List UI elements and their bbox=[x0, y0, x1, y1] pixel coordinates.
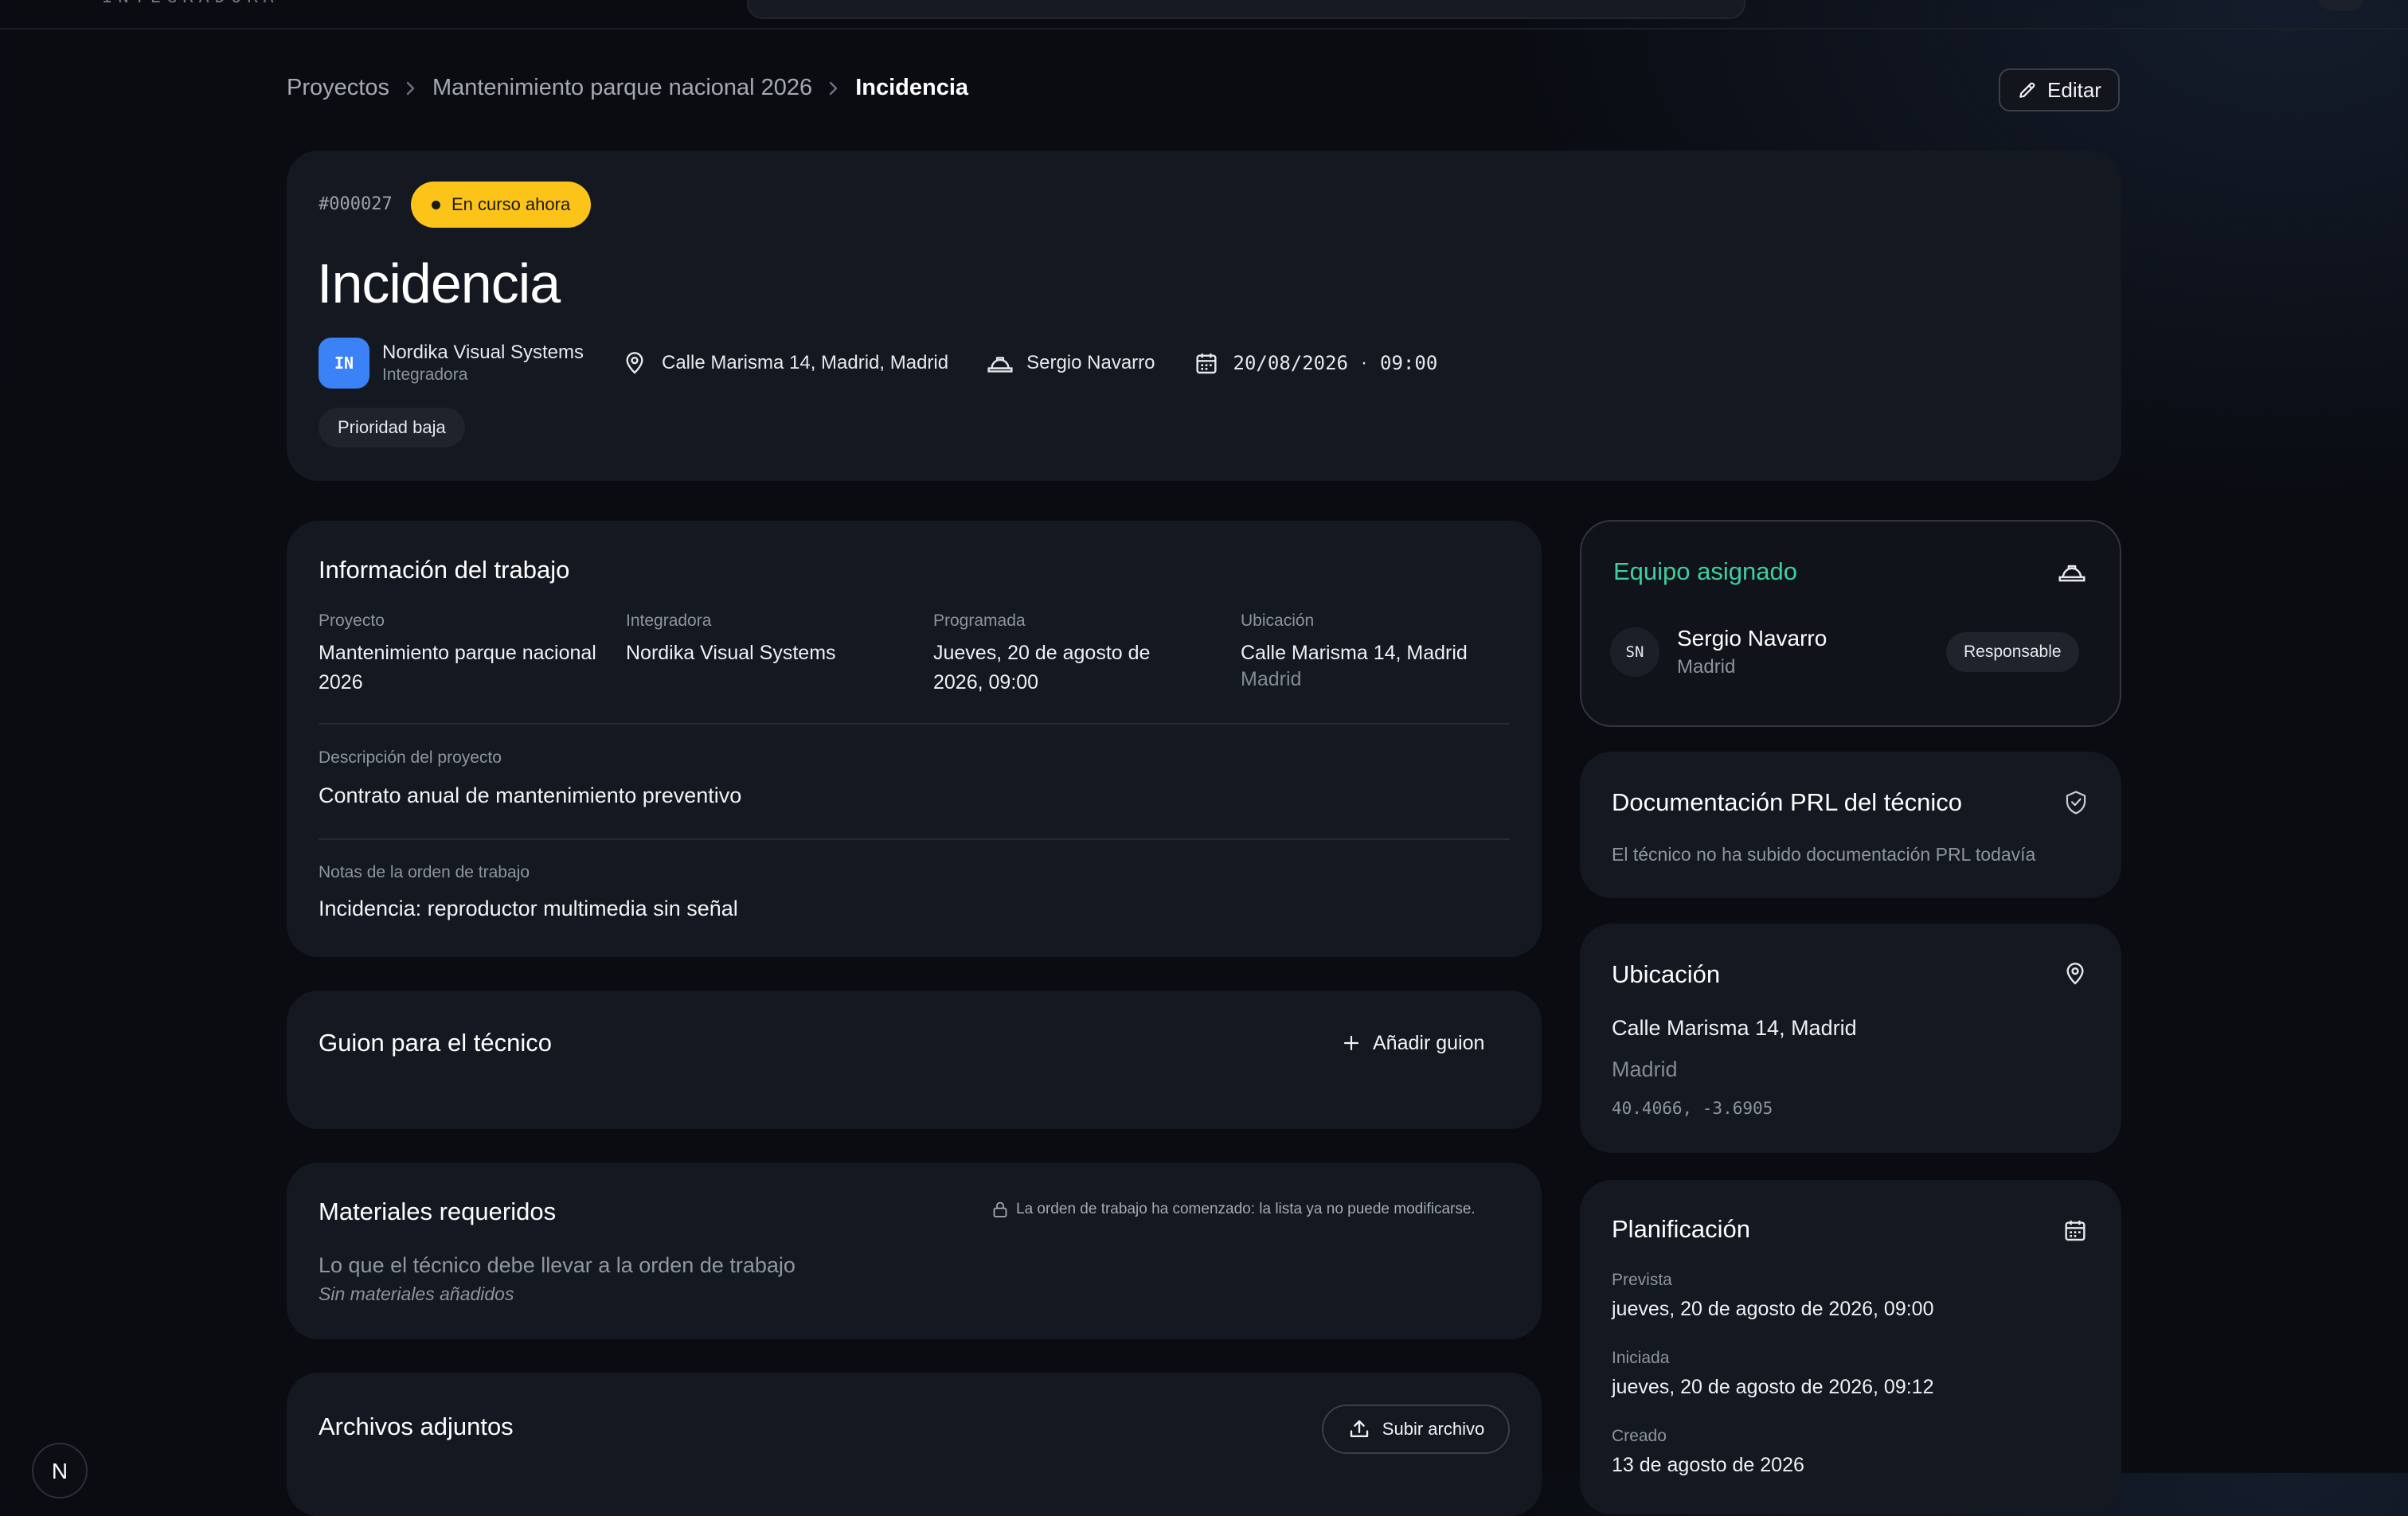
prl-title: Documentación PRL del técnico bbox=[1612, 788, 1962, 816]
floating-badge-letter: N bbox=[51, 1459, 68, 1483]
header-date-separator: · bbox=[1361, 352, 1368, 373]
field-integrator: Integradora Nordika Visual Systems bbox=[626, 611, 913, 668]
page-title: Incidencia bbox=[317, 252, 561, 315]
member-role-badge: Responsable bbox=[1946, 632, 2079, 672]
field-value: Nordika Visual Systems bbox=[626, 642, 836, 664]
field-label: Integradora bbox=[626, 611, 712, 630]
divider bbox=[319, 838, 1510, 840]
hard-hat-icon bbox=[2058, 559, 2086, 584]
breadcrumb-projects[interactable]: Proyectos bbox=[287, 75, 389, 101]
locked-note-text: La orden de trabajo ha comenzado: la lis… bbox=[1016, 1201, 1476, 1217]
field-value[interactable]: Mantenimiento parque nacional 2026 bbox=[319, 639, 605, 697]
divider bbox=[319, 723, 1510, 725]
script-title: Guion para el técnico bbox=[319, 1029, 552, 1057]
team-title: Equipo asignado bbox=[1613, 557, 1797, 585]
breadcrumb-current: Incidencia bbox=[855, 75, 969, 100]
company-role: Integradora bbox=[382, 365, 468, 384]
edit-button[interactable]: Editar bbox=[1999, 68, 2120, 111]
field-label: Ubicación bbox=[1241, 611, 1315, 630]
breadcrumb: Proyectos Mantenimiento parque nacional … bbox=[287, 75, 968, 101]
map-pin-icon bbox=[622, 350, 647, 376]
notes-label: Notas de la orden de trabajo bbox=[319, 863, 530, 881]
field-sub-value: Madrid bbox=[1241, 668, 1302, 690]
add-script-button[interactable]: Añadir guion bbox=[1331, 1026, 1495, 1061]
shield-check-icon bbox=[2064, 790, 2088, 815]
status-badge: En curso ahora bbox=[411, 182, 592, 228]
add-script-label: Añadir guion bbox=[1373, 1031, 1485, 1054]
status-dot bbox=[432, 200, 440, 209]
materials-card bbox=[287, 1162, 1542, 1339]
materials-subtitle: Lo que el técnico debe llevar a la orden… bbox=[319, 1253, 796, 1277]
edit-label: Editar bbox=[2047, 77, 2101, 102]
header-time: 09:00 bbox=[1380, 352, 1438, 374]
plus-icon bbox=[1343, 1034, 1360, 1052]
attachments-title: Archivos adjuntos bbox=[319, 1412, 514, 1440]
chevron-right-icon bbox=[828, 80, 839, 96]
planning-row-value: jueves, 20 de agosto de 2026, 09:12 bbox=[1612, 1376, 1934, 1398]
planning-row-label: Creado bbox=[1612, 1427, 1667, 1445]
lock-icon bbox=[992, 1201, 1008, 1218]
upload-icon bbox=[1347, 1417, 1371, 1441]
status-text: En curso ahora bbox=[452, 194, 571, 214]
upload-label: Subir archivo bbox=[1382, 1419, 1485, 1439]
floating-app-badge[interactable]: N bbox=[32, 1443, 88, 1498]
field-value: Calle Marisma 14, Madrid bbox=[1241, 642, 1468, 664]
planning-title: Planificación bbox=[1612, 1215, 1751, 1243]
pencil-icon bbox=[2017, 80, 2038, 100]
header-meta: IN Nordika Visual Systems Integradora Ca… bbox=[319, 338, 1437, 389]
job-info-card bbox=[287, 521, 1542, 957]
priority-badge: Prioridad baja bbox=[319, 408, 465, 447]
top-bar: INTEGRADORA bbox=[0, 0, 2408, 29]
assigned-team-card bbox=[1580, 520, 2121, 727]
app-logo-text[interactable]: INTEGRADORA bbox=[102, 0, 280, 7]
header-address: Calle Marisma 14, Madrid, Madrid bbox=[661, 352, 949, 373]
user-avatar[interactable] bbox=[2317, 0, 2365, 11]
search-input[interactable] bbox=[747, 0, 1745, 19]
location-title: Ubicación bbox=[1612, 960, 1721, 988]
location-coordinates: 40.4066, -3.6905 bbox=[1612, 1099, 1773, 1118]
header-technician: Sergio Navarro bbox=[1026, 352, 1155, 373]
planning-row-value: 13 de agosto de 2026 bbox=[1612, 1454, 1804, 1476]
planning-row-value: jueves, 20 de agosto de 2026, 09:00 bbox=[1612, 1298, 1934, 1320]
company-name[interactable]: Nordika Visual Systems bbox=[382, 342, 584, 364]
field-label: Proyecto bbox=[319, 611, 385, 630]
member-name[interactable]: Sergio Navarro bbox=[1677, 626, 1827, 651]
field-label: Programada bbox=[933, 611, 1026, 630]
location-city: Madrid bbox=[1612, 1057, 1678, 1081]
member-avatar: SN bbox=[1610, 627, 1659, 677]
materials-title: Materiales requeridos bbox=[319, 1198, 557, 1225]
location-street: Calle Marisma 14, Madrid bbox=[1612, 1016, 1857, 1040]
materials-locked-note: La orden de trabajo ha comenzado: la lis… bbox=[992, 1201, 1476, 1218]
prl-docs-card bbox=[1580, 752, 2121, 898]
field-scheduled: Programada Jueves, 20 de agosto de 2026,… bbox=[933, 611, 1196, 697]
field-project: Proyecto Mantenimiento parque nacional 2… bbox=[319, 611, 605, 697]
map-pin-icon[interactable] bbox=[2062, 960, 2088, 987]
description-text: Contrato anual de mantenimiento preventi… bbox=[319, 783, 742, 807]
work-order-id: #000027 bbox=[319, 194, 393, 214]
planning-row-label: Prevista bbox=[1612, 1271, 1672, 1289]
prl-empty-text: El técnico no ha subido documentación PR… bbox=[1612, 844, 2036, 865]
upload-file-button[interactable]: Subir archivo bbox=[1322, 1405, 1510, 1454]
hard-hat-icon bbox=[987, 351, 1014, 375]
planning-row-label: Iniciada bbox=[1612, 1349, 1670, 1367]
description-label: Descripción del proyecto bbox=[319, 748, 502, 767]
chevron-right-icon bbox=[405, 80, 416, 96]
calendar-icon bbox=[2062, 1217, 2088, 1244]
calendar-icon bbox=[1194, 350, 1219, 376]
company-avatar: IN bbox=[319, 338, 369, 389]
materials-empty: Sin materiales añadidos bbox=[319, 1284, 514, 1304]
field-location: Ubicación Calle Marisma 14, Madrid Madri… bbox=[1241, 611, 1527, 691]
breadcrumb-project[interactable]: Mantenimiento parque nacional 2026 bbox=[432, 75, 812, 101]
header-date: 20/08/2026 bbox=[1233, 352, 1349, 374]
member-city: Madrid bbox=[1677, 656, 1736, 678]
field-value: Jueves, 20 de agosto de 2026, 09:00 bbox=[933, 642, 1151, 694]
notes-text: Incidencia: reproductor multimedia sin s… bbox=[319, 897, 738, 920]
job-info-title: Información del trabajo bbox=[319, 556, 570, 584]
